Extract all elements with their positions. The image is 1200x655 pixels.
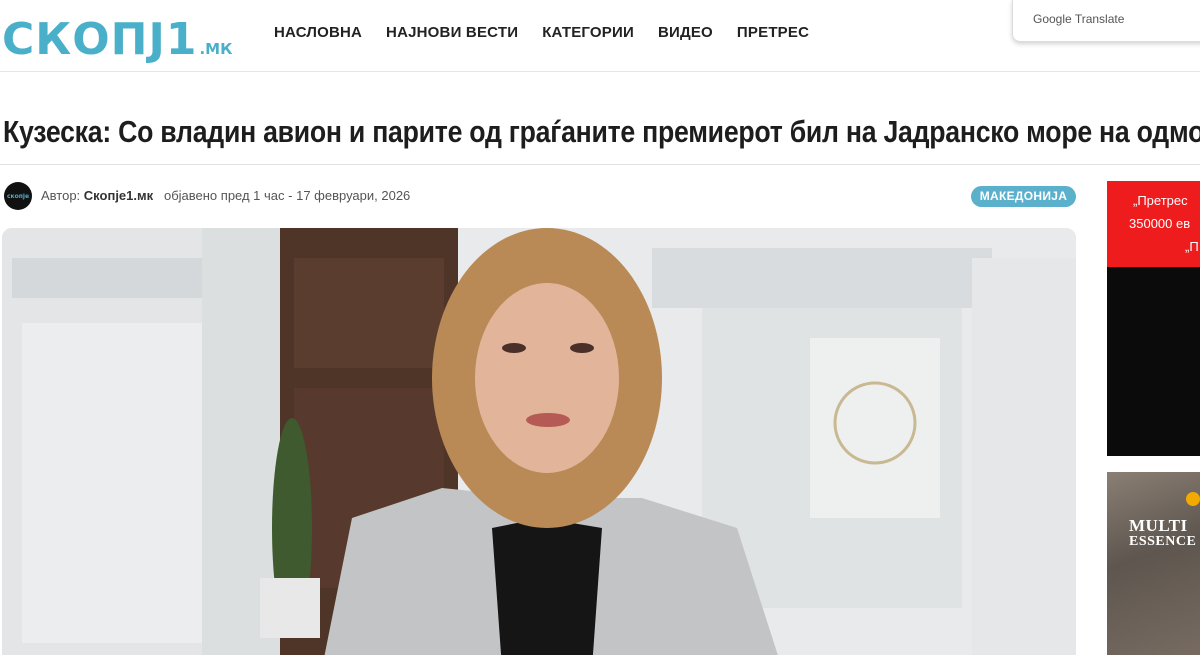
google-translate-label: Google Translate [1033, 12, 1125, 26]
author-avatar[interactable]: скопје [4, 182, 32, 210]
google-translate-widget[interactable]: Google Translate [1012, 0, 1200, 42]
nav-item-categories[interactable]: КАТЕГОРИИ [542, 24, 634, 41]
sidebar-ad-multi-essence[interactable]: MULTI ESSENCE [1107, 472, 1200, 655]
site-header: СКОПЈ1 .МК НАСЛОВНА НАЈНОВИ ВЕСТИ КАТЕГО… [0, 0, 1200, 72]
headline-divider [0, 164, 1200, 165]
logo-suffix: .МК [199, 40, 233, 58]
ad-line-3: „П [1185, 239, 1199, 254]
ad-brand-line-2: ESSENCE [1129, 534, 1197, 549]
brand-dot-icon [1186, 492, 1200, 506]
article-hero-image [2, 228, 1076, 655]
avatar-logo-text: скопје [6, 192, 30, 200]
ad-red-banner: „Претрес 350000 ев „П [1107, 181, 1200, 267]
logo-text: СКОПЈ1 [2, 14, 198, 65]
nav-item-latest-news[interactable]: НАЈНОВИ ВЕСТИ [386, 24, 518, 41]
article-headline: Кузеска: Со владин авион и парите од гра… [3, 114, 1200, 149]
publish-date: објавено пред 1 час - 17 февруари, 2026 [163, 188, 411, 203]
author-prefix: Автор: [41, 188, 81, 203]
ad-line-2: 350000 ев [1129, 216, 1191, 231]
nav-item-video[interactable]: ВИДЕО [658, 24, 713, 41]
nav-item-home[interactable]: НАСЛОВНА [274, 24, 362, 41]
article-meta: Автор: Скопје1.мк објавено пред 1 час - … [41, 188, 410, 203]
ad-line-1: „Претрес [1133, 193, 1188, 208]
hero-photo-illustration [2, 228, 1076, 655]
nav-item-pretres[interactable]: ПРЕТРЕС [737, 24, 809, 41]
category-badge[interactable]: МАКЕДОНИЈА [971, 186, 1076, 207]
main-nav: НАСЛОВНА НАЈНОВИ ВЕСТИ КАТЕГОРИИ ВИДЕО П… [274, 24, 833, 41]
site-logo[interactable]: СКОПЈ1 .МК [2, 8, 232, 64]
author-link[interactable]: Скопје1.мк [84, 188, 153, 203]
sidebar-ad-pretres[interactable]: „Претрес 350000 ев „П [1107, 181, 1200, 456]
ad-brand-line-1: MULTI [1129, 516, 1188, 535]
